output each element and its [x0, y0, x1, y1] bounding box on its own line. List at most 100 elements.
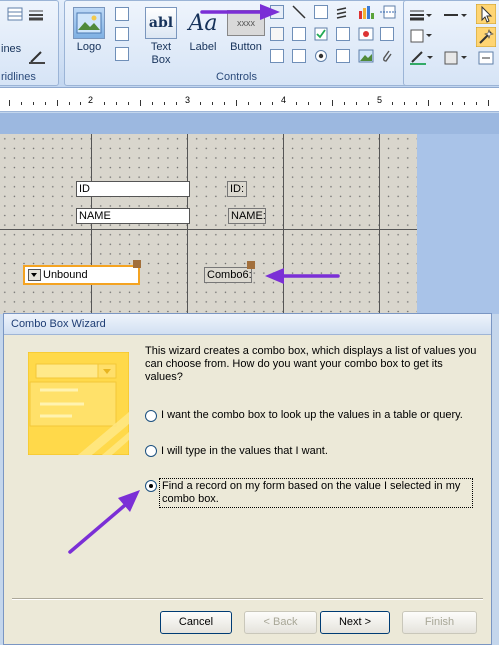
ruler-tick	[476, 102, 477, 105]
cancel-button[interactable]: Cancel	[160, 611, 232, 634]
control-wizards-icon[interactable]	[475, 26, 497, 50]
page-break-icon[interactable]	[380, 5, 396, 22]
option-button-icon[interactable]	[314, 49, 328, 66]
form-background-area	[417, 134, 499, 314]
text-box-label: Text Box	[150, 41, 172, 66]
name-label[interactable]: NAME:	[228, 208, 266, 224]
list-box-icon[interactable]	[270, 49, 284, 63]
toggle-button-icon[interactable]	[336, 7, 348, 22]
ruler-tick	[440, 102, 441, 105]
ruler-tick	[356, 102, 357, 105]
activex-icon[interactable]	[444, 51, 468, 68]
radio-type-values[interactable]	[145, 445, 157, 457]
dialog-divider	[12, 598, 483, 600]
combo6-label[interactable]: Combo6:	[204, 267, 252, 283]
ruler-tick	[464, 102, 465, 105]
select-pointer-icon[interactable]	[475, 3, 497, 27]
line-color-icon-right[interactable]	[410, 51, 434, 68]
combo-box-icon[interactable]	[292, 49, 306, 63]
option-type-values-label[interactable]: I will type in the values that I want.	[161, 445, 471, 458]
ruler-number-5: 5	[377, 95, 383, 105]
chart-icon[interactable]	[358, 5, 374, 22]
ruler-tick	[212, 102, 213, 105]
id-label[interactable]: ID:	[227, 181, 247, 197]
gridlines-icon[interactable]	[7, 7, 23, 21]
finish-button[interactable]: Finish	[402, 611, 477, 634]
controls-icon-grid	[270, 5, 400, 67]
ruler-tick	[452, 102, 453, 105]
rectangle-icon[interactable]	[270, 27, 284, 41]
ruler-number-4: 4	[281, 95, 287, 105]
checkbox-icon[interactable]	[314, 27, 328, 44]
line-thickness-icon[interactable]	[410, 9, 432, 24]
ruler-tick	[104, 102, 105, 105]
ruler-tick	[33, 102, 34, 105]
ruler-tick	[392, 102, 393, 105]
option-lookup-table-label[interactable]: I want the combo box to look up the valu…	[161, 409, 471, 422]
logo-icon	[73, 7, 105, 39]
rectangle2-icon[interactable]	[292, 27, 306, 41]
next-button[interactable]: Next >	[320, 611, 390, 634]
ribbon-group-label-gridlines: ridlines	[1, 71, 36, 83]
bound-object-frame-icon[interactable]	[336, 49, 350, 63]
ruler-tick	[140, 100, 141, 106]
lines-label[interactable]: ines	[1, 43, 21, 55]
combo-box-control[interactable]: Unbound	[23, 265, 140, 285]
ruler-tick	[368, 102, 369, 105]
ruler-tick	[116, 102, 117, 105]
grid-line	[0, 229, 417, 230]
grid-line	[187, 134, 188, 314]
radio-lookup-table[interactable]	[145, 410, 157, 422]
ruler: 1 2 3 4 5	[0, 88, 499, 112]
ruler-tick	[416, 102, 417, 105]
lines-dropdown-icon[interactable]	[29, 9, 49, 24]
attachment-icon[interactable]	[358, 27, 374, 44]
ruler-tick	[21, 102, 22, 105]
button-label: Button	[230, 41, 262, 53]
text-box-button[interactable]: abl Text Box	[143, 7, 179, 67]
ruler-tick	[308, 102, 309, 105]
ruler-number-3: 3	[185, 95, 191, 105]
line-type-icon[interactable]	[444, 9, 468, 24]
option-find-record-label[interactable]: Find a record on my form based on the va…	[159, 478, 473, 508]
line-icon[interactable]	[292, 5, 306, 22]
option-group-icon[interactable]	[314, 5, 328, 19]
ruler-tick	[164, 102, 165, 105]
form-design-grid[interactable]: ID NAME ID: NAME: Unbound Combo6:	[0, 134, 417, 314]
ruler-tick	[344, 102, 345, 105]
ruler-tick	[224, 102, 225, 105]
selection-handle[interactable]	[247, 261, 255, 269]
line-color-icon[interactable]	[29, 50, 49, 67]
page-numbers-icon[interactable]	[115, 27, 129, 41]
date-time-icon[interactable]	[115, 47, 129, 61]
purple-arrow-combo	[265, 268, 340, 284]
ruler-tick	[9, 100, 10, 106]
radio-find-record[interactable]	[145, 480, 157, 492]
ribbon: ines ridlines Logo abl Text Box Aa Label…	[0, 0, 499, 88]
ruler-tick	[428, 100, 429, 106]
wizard-description: This wizard creates a combo box, which d…	[145, 345, 477, 383]
unbound-object-frame-icon[interactable]	[336, 27, 350, 41]
wizard-illustration-icon	[28, 352, 129, 455]
ruler-tick	[128, 102, 129, 105]
name-textbox[interactable]: NAME	[76, 208, 190, 224]
paperclip-icon[interactable]	[380, 49, 394, 66]
logo-button[interactable]: Logo	[71, 7, 107, 54]
insert-control-icon[interactable]	[478, 51, 494, 68]
special-effects-icon[interactable]	[410, 29, 434, 46]
title-icon[interactable]	[115, 7, 129, 21]
combo-dropdown-arrow-icon[interactable]	[28, 269, 41, 281]
text-box-icon: abl	[145, 7, 177, 39]
ruler-tick	[332, 100, 333, 106]
image-icon[interactable]	[358, 49, 374, 66]
ruler-tick	[488, 100, 489, 106]
back-button[interactable]: < Back	[244, 611, 317, 634]
ruler-tick	[248, 102, 249, 105]
combo-value: Unbound	[43, 269, 88, 281]
ruler-tick	[45, 102, 46, 105]
selection-handle[interactable]	[133, 260, 141, 268]
ruler-tick	[272, 102, 273, 105]
ruler-tick	[57, 100, 58, 106]
subform-icon[interactable]	[380, 27, 394, 41]
id-textbox[interactable]: ID	[76, 181, 190, 197]
